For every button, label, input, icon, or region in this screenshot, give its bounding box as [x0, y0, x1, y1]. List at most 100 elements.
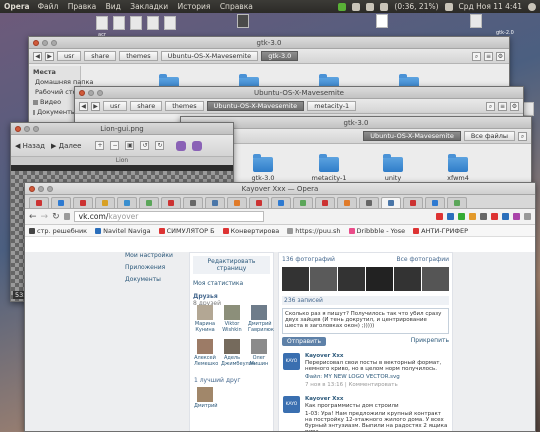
forward-button[interactable]: ▶	[45, 51, 54, 61]
battery-status[interactable]: (0:36, 21%)	[394, 2, 438, 11]
desktop-file-icon[interactable]	[130, 16, 142, 30]
bookmark-item[interactable]: АНТИ-ГРИФЕР	[413, 227, 468, 235]
bookmark-item[interactable]: Navitel Naviga	[95, 227, 151, 235]
tab[interactable]	[183, 197, 203, 208]
tab[interactable]	[447, 197, 467, 208]
tab[interactable]	[205, 197, 225, 208]
tab[interactable]	[403, 197, 423, 208]
search-icon[interactable]: ⌕	[486, 101, 495, 111]
tab[interactable]	[249, 197, 269, 208]
clock[interactable]: Срд Ноя 11 4:41	[459, 2, 522, 11]
view-icon[interactable]: ≡	[484, 51, 493, 61]
power-icon[interactable]	[528, 2, 536, 11]
friend-card[interactable]: Дмитрий	[194, 387, 218, 409]
tab[interactable]	[271, 197, 291, 208]
breadcrumb-usr[interactable]: usr	[103, 101, 128, 111]
menu-history[interactable]: История	[178, 2, 211, 11]
photo-strip[interactable]	[282, 267, 449, 291]
vk-menu-settings[interactable]: Мои настройки	[125, 252, 185, 259]
sidebar-item-desktop[interactable]: Рабочий стол	[33, 88, 81, 96]
sidebar-item-home[interactable]: Домашняя папка	[33, 78, 93, 86]
post-meta[interactable]: 7 ноя в 13:16 | Комментировать	[305, 382, 448, 388]
tab-active[interactable]	[381, 197, 401, 208]
minimize-icon[interactable]	[88, 90, 94, 96]
breadcrumb-themes[interactable]: themes	[165, 101, 204, 111]
friend-card[interactable]: Алексей Лемешко	[194, 339, 218, 367]
status-textarea[interactable]: Сколько раз я пишут? Получилось так что …	[282, 308, 449, 334]
battery-icon[interactable]	[380, 2, 389, 11]
post-attachment[interactable]: Файл: MY NEW LOGO VECTOR.svg	[305, 374, 448, 380]
menu-edit[interactable]: Правка	[68, 2, 97, 11]
menu-icon[interactable]: ⚙	[510, 101, 519, 111]
close-icon[interactable]	[15, 126, 21, 132]
menu-help[interactable]: Справка	[220, 2, 253, 11]
friend-card[interactable]: Viktor Wishkin	[221, 305, 243, 333]
breadcrumb-metacity[interactable]: metacity-1	[307, 101, 357, 111]
friend-card[interactable]: Олег Мишин	[248, 339, 270, 367]
post-author[interactable]: Kayover Xxx	[305, 353, 448, 359]
menu-icon[interactable]	[524, 213, 531, 220]
titlebar[interactable]: Kayover Xxx — Opera	[25, 183, 535, 195]
back-arrow-icon[interactable]: ←	[29, 212, 37, 222]
desktop-file-icon[interactable]	[470, 14, 482, 28]
tab[interactable]	[293, 197, 313, 208]
breadcrumb-theme[interactable]: Ubuntu-OS-X-Mavesemite	[206, 101, 305, 111]
breadcrumb-themes[interactable]: themes	[119, 51, 158, 61]
folder-icon[interactable]	[383, 154, 403, 172]
forward-button[interactable]: ▶	[91, 101, 100, 111]
minimize-icon[interactable]	[24, 126, 30, 132]
sidebar-item-documents[interactable]: Документы	[33, 108, 76, 116]
folder-icon[interactable]	[319, 154, 339, 172]
extension-icon[interactable]	[447, 213, 454, 220]
app-name[interactable]: Opera	[4, 2, 30, 11]
forward-button[interactable]: ▶ Далее	[51, 142, 81, 150]
breadcrumb-theme[interactable]: Ubuntu-OS-X-Mavesemite	[160, 51, 259, 61]
desktop-file-icon[interactable]	[376, 14, 388, 28]
extension-icon[interactable]	[469, 213, 476, 220]
network-icon[interactable]	[352, 2, 361, 11]
breadcrumb-gtk3[interactable]: gtk-3.0	[261, 51, 299, 61]
desktop-file-icon[interactable]	[164, 16, 176, 30]
send-button[interactable]: Отправить	[282, 337, 327, 346]
volume-icon[interactable]	[444, 2, 453, 11]
friends-header[interactable]: Друзья	[193, 293, 270, 300]
attach-link[interactable]: Прикрепить	[411, 337, 449, 346]
tab[interactable]	[227, 197, 247, 208]
titlebar[interactable]: gtk-3.0	[29, 37, 509, 49]
menu-bookmarks[interactable]: Закладки	[130, 2, 168, 11]
tab[interactable]	[29, 197, 49, 208]
zoom-out-icon[interactable]: −	[110, 141, 120, 150]
friend-card[interactable]: Марина Кунина	[194, 305, 216, 333]
author-logo-icon[interactable]: KAYO	[283, 396, 300, 413]
desktop-file-icon[interactable]	[237, 14, 249, 28]
tab[interactable]	[425, 197, 445, 208]
folder-icon[interactable]	[448, 154, 468, 172]
bookmark-item[interactable]: https://puu.sh	[287, 227, 341, 235]
breadcrumb-usr[interactable]: usr	[57, 51, 82, 61]
titlebar[interactable]: Ubuntu-OS-X-Mavesemite	[75, 87, 523, 99]
tab[interactable]	[337, 197, 357, 208]
my-stats-link[interactable]: Моя статистика	[193, 280, 270, 287]
post-author[interactable]: Kayover Xxx	[305, 396, 448, 402]
search-icon[interactable]: ⌕	[518, 131, 527, 141]
breadcrumb-theme[interactable]: Ubuntu-OS-X-Mavesemite	[363, 131, 461, 141]
bookmark-item[interactable]: Конвертирова	[222, 227, 279, 235]
extension-icon[interactable]	[458, 213, 465, 220]
bookmark-item[interactable]: стр. решебник	[29, 227, 87, 235]
sidebar-item-videos[interactable]: Видео	[33, 98, 76, 106]
extension-icon[interactable]	[436, 213, 443, 220]
maximize-icon[interactable]	[51, 40, 57, 46]
close-icon[interactable]	[79, 90, 85, 96]
desktop-file-icon[interactable]	[147, 16, 159, 30]
titlebar[interactable]: Lion-gui.png	[11, 123, 233, 135]
maximize-icon[interactable]	[47, 186, 53, 192]
desktop-file-icon[interactable]	[113, 16, 125, 30]
minimize-icon[interactable]	[38, 186, 44, 192]
folder-icon[interactable]	[253, 154, 273, 172]
maximize-icon[interactable]	[97, 90, 103, 96]
back-button[interactable]: ◀	[79, 101, 88, 111]
tab[interactable]	[51, 197, 71, 208]
online-header[interactable]: 1 лучший друг	[194, 377, 241, 384]
extension-icon[interactable]	[480, 213, 487, 220]
minimize-icon[interactable]	[42, 40, 48, 46]
